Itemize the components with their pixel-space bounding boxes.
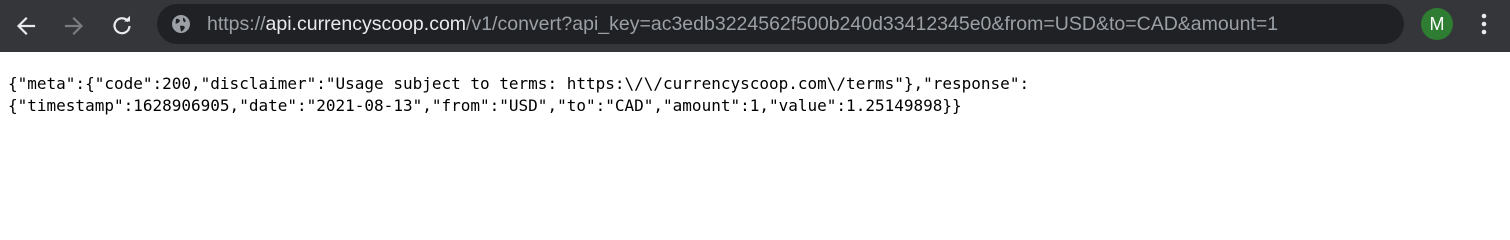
back-arrow-icon bbox=[16, 16, 36, 36]
url-path: /v1/convert?api_key=ac3edb3224562f500b24… bbox=[466, 13, 1279, 35]
url-scheme: https:// bbox=[207, 13, 266, 35]
forward-button[interactable] bbox=[54, 6, 94, 46]
reload-button[interactable] bbox=[102, 6, 142, 46]
address-bar[interactable]: https://api.currencyscoop.com/v1/convert… bbox=[157, 4, 1404, 44]
globe-icon bbox=[172, 15, 190, 33]
json-line: {"meta":{"code":200,"disclaimer":"Usage … bbox=[8, 74, 1030, 93]
url-host: api.currencyscoop.com bbox=[265, 13, 467, 35]
kebab-menu-icon bbox=[1481, 13, 1487, 35]
browser-toolbar: https://api.currencyscoop.com/v1/convert… bbox=[0, 0, 1510, 52]
site-info-button[interactable] bbox=[170, 13, 192, 35]
reload-icon bbox=[113, 15, 131, 35]
profile-avatar[interactable]: M bbox=[1421, 8, 1453, 40]
back-button[interactable] bbox=[6, 6, 46, 46]
json-line: {"timestamp":1628906905,"date":"2021-08-… bbox=[8, 96, 962, 115]
forward-arrow-icon bbox=[64, 16, 84, 36]
browser-menu-button[interactable] bbox=[1468, 8, 1500, 40]
json-response: {"meta":{"code":200,"disclaimer":"Usage … bbox=[8, 73, 1498, 117]
url-text[interactable]: https://api.currencyscoop.com/v1/convert… bbox=[207, 4, 1278, 44]
